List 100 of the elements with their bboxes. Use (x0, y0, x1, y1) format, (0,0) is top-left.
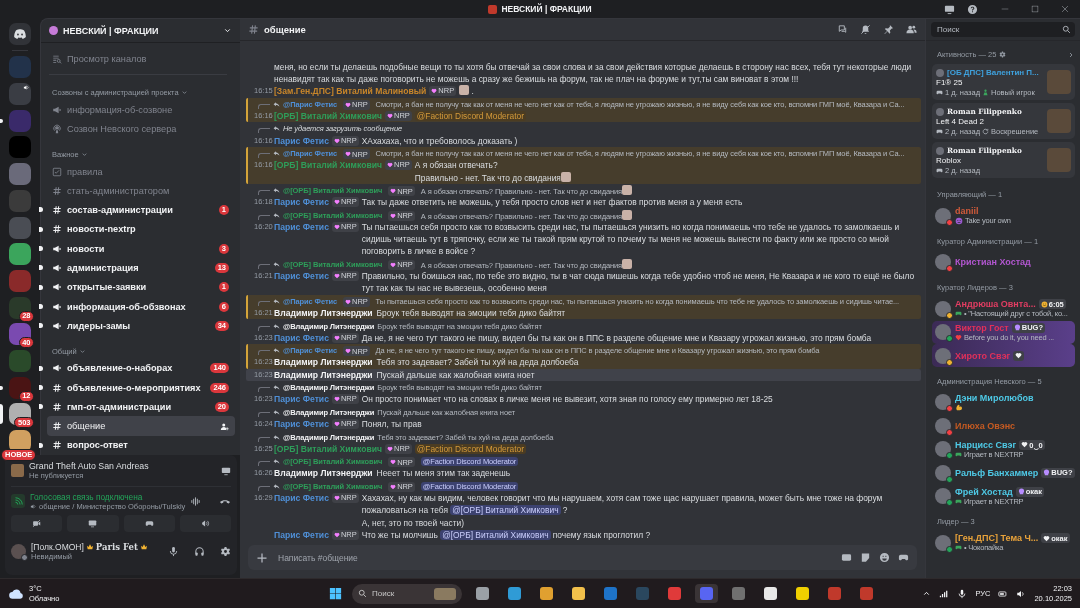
voice-activity-icon[interactable] (190, 495, 201, 507)
monitor-icon[interactable] (944, 3, 955, 15)
username[interactable]: [ОРБ] Виталий Химкович (274, 442, 382, 455)
user-mention[interactable]: @[ОРБ] Виталий Химкович (440, 529, 551, 540)
username[interactable]: [ОБ ДПС] Валентин П... (947, 68, 1039, 77)
screen-share-button[interactable] (67, 515, 119, 532)
server-header[interactable]: НЕВСКИЙ | ФРАКЦИИ (41, 19, 240, 43)
username[interactable]: Владимир Литэнерджи (274, 368, 373, 381)
username[interactable]: Андрюша Овнта... (955, 299, 1036, 309)
headphones-icon[interactable] (194, 545, 205, 557)
search-field[interactable]: Поиск (935, 24, 1062, 35)
chevron-up-icon[interactable] (922, 589, 932, 598)
unread-indicator (39, 384, 43, 390)
heart-icon (333, 495, 340, 502)
username[interactable]: Парис Фетис (274, 196, 329, 209)
server-icon[interactable] (9, 376, 31, 399)
battery-icon[interactable] (998, 588, 1009, 599)
channel-item[interactable]: общение (47, 416, 235, 436)
home-button[interactable] (9, 23, 31, 45)
username[interactable]: Кристиан Хостад (955, 257, 1031, 267)
composer-bar[interactable]: Написать #общение (248, 545, 917, 570)
gamepad-icon (955, 497, 962, 505)
username[interactable]: Парис Фетис (274, 270, 329, 283)
reply-icon (273, 125, 280, 133)
chevron-right-icon[interactable] (1067, 50, 1075, 59)
channel-item[interactable]: информация-об-созвоне (47, 100, 235, 120)
settings-icon[interactable] (999, 51, 1007, 58)
screen-share-icon[interactable] (221, 465, 231, 476)
app-icon[interactable] (476, 587, 489, 600)
avatar (935, 488, 951, 504)
username[interactable]: Парис Фетис (274, 134, 329, 147)
server-icon[interactable] (9, 323, 31, 346)
username[interactable]: Парис Фетис (274, 418, 329, 431)
settings-icon[interactable] (220, 545, 231, 557)
username[interactable]: Ральф Банхаммер (955, 467, 1039, 478)
start-button[interactable] (328, 586, 343, 601)
channel-item[interactable]: правила (47, 161, 235, 182)
reply-icon (273, 150, 280, 158)
sticker-icon[interactable] (860, 552, 871, 563)
user-prefix: [Полк.ОМОН] (31, 541, 84, 552)
volume-icon[interactable] (1016, 588, 1027, 599)
camera-button[interactable] (11, 515, 63, 532)
activity-button[interactable] (123, 515, 175, 532)
server-icon[interactable] (9, 296, 31, 319)
reply-icon (273, 297, 280, 305)
username[interactable]: Фрей Хостад (955, 486, 1013, 497)
camera-off-icon (32, 519, 42, 528)
microphone-icon[interactable] (957, 588, 968, 599)
threads-icon[interactable] (837, 24, 848, 35)
app-icon[interactable] (572, 587, 585, 600)
emoji-icon[interactable] (879, 552, 890, 563)
message-field[interactable]: Написать #общение (276, 551, 833, 564)
heart-icon (345, 101, 352, 108)
connection-icon (11, 494, 25, 508)
username[interactable]: Дэни Миролюбов (955, 393, 1034, 403)
message-text: Пускай дальше как жалобная книга ноет (376, 368, 536, 381)
members-icon[interactable] (906, 24, 917, 35)
channel-item[interactable]: стать-администратором (47, 181, 235, 201)
channel-item[interactable]: новости-nextrp (47, 219, 235, 240)
message-text: Понял, ты прав (361, 418, 423, 431)
app-icon[interactable] (540, 587, 553, 600)
network-icon[interactable] (939, 588, 950, 599)
notifications-off-icon[interactable] (860, 24, 871, 35)
username[interactable]: Владимир Литэнерджи (274, 356, 373, 369)
app-icon[interactable] (764, 587, 777, 600)
app-icon[interactable] (796, 587, 809, 600)
username[interactable]: Нарцисс Свэг (955, 439, 1017, 450)
app-icon[interactable] (604, 587, 617, 600)
username[interactable]: Владимир Литэнерджи (274, 467, 373, 480)
username[interactable]: Парис Фетис (274, 393, 329, 406)
username[interactable]: Парис Фетис (274, 331, 329, 344)
channel-item[interactable]: Созвон Невского сервера (47, 119, 235, 139)
help-icon[interactable] (967, 3, 978, 15)
username[interactable]: Владимир Литэнерджи (274, 307, 373, 320)
add-member-icon[interactable] (220, 421, 229, 431)
channel-item[interactable]: вопрос-ответ (47, 435, 235, 456)
user-mention[interactable]: @[ОРБ] Виталий Химкович (450, 505, 561, 516)
microphone-icon[interactable] (168, 545, 179, 557)
megaphone-icon (52, 282, 62, 293)
username[interactable]: Парис Фетис (274, 492, 329, 505)
app-icon[interactable] (668, 587, 681, 600)
gamepad-icon[interactable] (898, 552, 909, 563)
role-mention[interactable]: @Faction Discord Moderator (414, 111, 526, 122)
username[interactable]: [Ген.ДПС] Тема Ч... (955, 533, 1039, 543)
add-attachment-icon[interactable] (256, 551, 268, 564)
search-field[interactable]: Поиск (352, 583, 462, 604)
gif-icon[interactable] (841, 552, 852, 563)
app-icon[interactable] (508, 587, 521, 600)
username[interactable]: Парис Фетис (274, 221, 329, 234)
role-mention[interactable]: @Faction Discord Moderator (414, 443, 526, 454)
arm-emoji-icon (955, 403, 963, 411)
username[interactable]: daniil (955, 206, 979, 216)
browse-channels-item[interactable]: Просмотр каналов (47, 49, 235, 69)
crown-icon (85, 542, 94, 551)
username[interactable]: Парис Фетис (274, 528, 329, 541)
server-icon[interactable] (9, 430, 31, 452)
pin-icon[interactable] (883, 24, 894, 35)
search-bar[interactable]: Поиск (931, 22, 1075, 37)
username[interactable]: [Зам.Ген.ДПС] Виталий Малиновый (274, 85, 427, 98)
heart-icon (390, 261, 397, 268)
